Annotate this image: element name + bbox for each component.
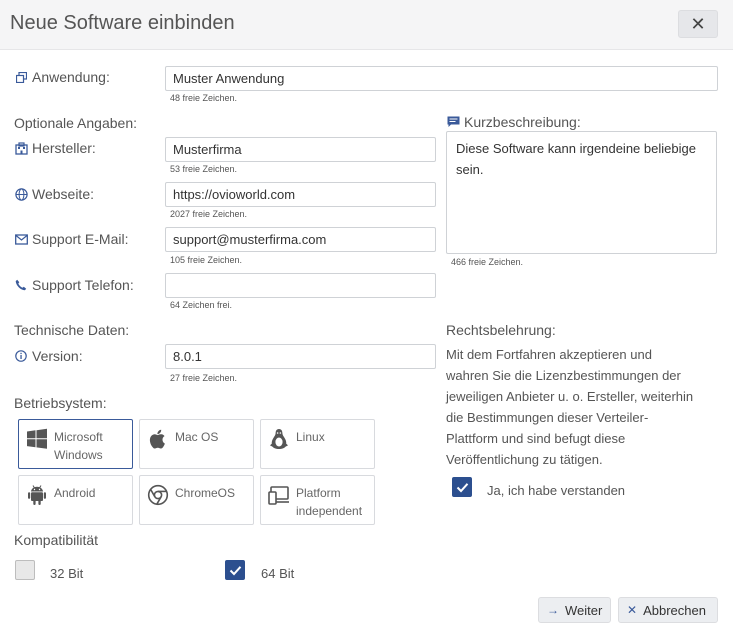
os-tile-macos[interactable]: Mac OS [139,419,254,469]
building-icon [14,141,28,155]
hersteller-hint: 53 freie Zeichen. [170,164,238,174]
os-tile-android[interactable]: Android [18,475,133,525]
anwendung-input[interactable]: Muster Anwendung [165,66,718,91]
window-icon [14,70,28,84]
abbrechen-label: Abbrechen [643,602,706,618]
abbrechen-button[interactable]: ✕ Abbrechen [618,597,718,623]
kurz-text-line2: sein. [456,162,484,177]
telefon-label: Support Telefon: [14,277,134,293]
os-tile-chromeos[interactable]: ChromeOS [139,475,254,525]
weiter-label: Weiter [565,602,603,618]
optional-heading: Optionale Angaben: [14,115,137,131]
windows-icon [27,428,47,449]
version-input[interactable]: 8.0.1 [165,344,436,369]
devices-icon [268,486,289,505]
linux-icon [270,429,288,449]
hersteller-label: Hersteller: [14,140,96,156]
version-hint: 27 freie Zeichen. [170,373,238,383]
kurz-label-text: Kurzbeschreibung: [464,114,581,130]
telefon-hint: 64 Zeichen frei. [170,300,233,310]
os-tile-linux[interactable]: Linux [260,419,375,469]
os-tile-windows[interactable]: Microsoft Windows [18,419,133,469]
check-icon [456,482,468,492]
webseite-input[interactable]: https://ovioworld.com [165,182,436,207]
os-label-android: Android [54,486,96,500]
confirm-label: Ja, ich habe verstanden [487,483,626,498]
checkbox-32bit[interactable] [15,560,35,580]
email-hint: 105 freie Zeichen. [170,255,243,265]
dialog-title: Neue Software einbinden [10,12,235,34]
comment-icon [446,115,460,129]
webseite-label-text: Webseite: [32,186,94,202]
info-icon [14,349,28,363]
check-icon [229,565,241,575]
weiter-button[interactable]: → Weiter [538,597,611,623]
os-label-platform-independent: Platform independent [296,486,363,518]
kurz-text-line1: Diese Software kann irgendeine beliebige [456,141,696,156]
dialog-header: Neue Software einbinden ✕ [0,0,733,50]
email-label: Support E-Mail: [14,231,128,247]
telefon-input[interactable] [165,273,436,298]
label-64bit: 64 Bit [261,566,295,581]
globe-icon [14,187,28,201]
webseite-hint: 2027 freie Zeichen. [170,209,248,219]
kompatibilitaet-heading: Kompatibilität [14,532,99,548]
phone-icon [14,278,28,292]
betriebssystem-heading: Betriebsystem: [14,395,107,411]
kurz-hint: 466 freie Zeichen. [451,257,524,267]
checkbox-64bit[interactable] [225,560,245,580]
rechtsbelehrung-heading: Rechtsbelehrung: [446,322,556,338]
hersteller-label-text: Hersteller: [32,140,96,156]
telefon-label-text: Support Telefon: [32,277,134,293]
email-input[interactable]: support@musterfirma.com [165,227,436,252]
version-label: Version: [14,348,83,364]
hersteller-input[interactable]: Musterfirma [165,137,436,162]
technisch-heading: Technische Daten: [14,322,130,338]
version-label-text: Version: [32,348,83,364]
arrow-right-icon: → [547,603,559,617]
chrome-icon [147,484,169,506]
webseite-label: Webseite: [14,186,94,202]
close-button[interactable]: ✕ [678,10,718,38]
anwendung-label: Anwendung: [14,69,110,85]
os-tile-platform-independent[interactable]: Platform independent [260,475,375,525]
android-icon [28,485,46,505]
mail-icon [14,232,28,246]
confirm-checkbox[interactable] [452,477,472,497]
anwendung-hint: 48 freie Zeichen. [170,93,238,103]
close-icon: ✕ [627,603,638,617]
close-icon: ✕ [690,13,706,34]
email-label-text: Support E-Mail: [32,231,129,247]
rechtsbelehrung-text: Mit dem Fortfahren akzeptieren und wahre… [446,347,694,467]
kurz-label: Kurzbeschreibung: [446,114,581,130]
os-label-chromeos: ChromeOS [175,486,236,500]
dialog-footer: → Weiter ✕ Abbrechen [0,587,733,633]
os-label-macos: Mac OS [175,430,219,444]
anwendung-label-text: Anwendung: [32,69,110,85]
apple-icon [149,429,165,449]
kurz-textarea[interactable]: Diese Software kann irgendeine beliebige… [446,131,717,254]
os-label-windows: Microsoft Windows [54,430,103,462]
os-label-linux: Linux [296,430,325,444]
label-32bit: 32 Bit [50,566,84,581]
software-dialog: Neue Software einbinden ✕ Anwendung: Mus… [0,0,733,633]
